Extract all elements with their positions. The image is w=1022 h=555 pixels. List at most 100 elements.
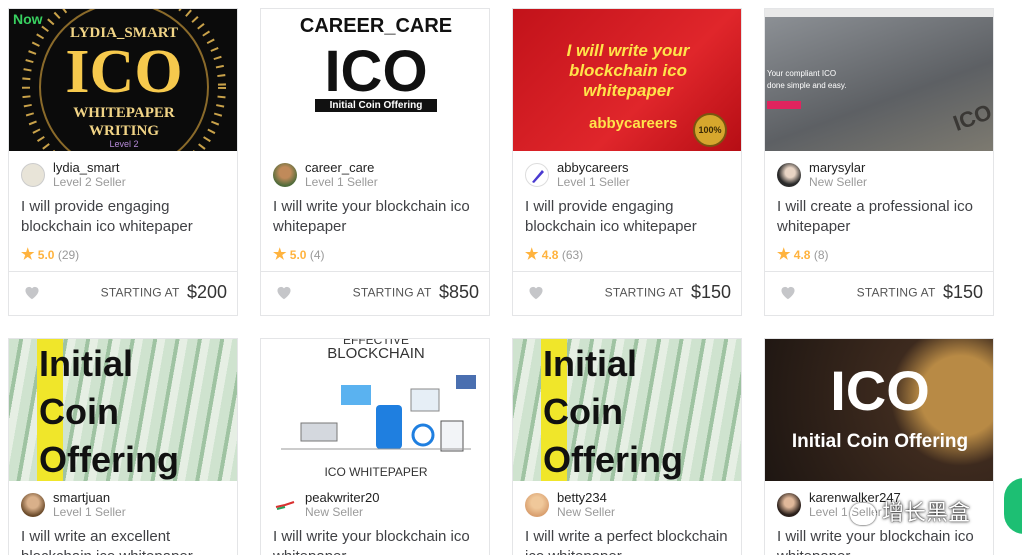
gig-thumbnail[interactable]: ICO Initial Coin Offering xyxy=(765,339,993,481)
thumb-line4: WRITING xyxy=(88,123,159,139)
card-footer: STARTING AT $850 xyxy=(261,271,489,315)
thumb-word: oin xyxy=(569,391,623,432)
thumb-line3: WHITEPAPER xyxy=(73,105,175,121)
thumb-letter: I xyxy=(543,343,554,384)
seller-name[interactable]: abbycareers xyxy=(557,160,629,175)
thumb-line2: ICO xyxy=(65,38,183,106)
price-block[interactable]: STARTING AT $150 xyxy=(605,282,731,303)
thumb-line3: whitepaper xyxy=(583,81,673,100)
chat-button[interactable] xyxy=(1004,478,1022,534)
heart-icon[interactable] xyxy=(23,284,41,305)
seller-avatar[interactable] xyxy=(777,163,801,187)
gig-thumbnail[interactable]: Your compliant ICO done simple and easy.… xyxy=(765,9,993,151)
rating-value: 4.8 xyxy=(541,248,559,262)
gig-title[interactable]: I will write your blockchain ico whitepa… xyxy=(273,527,483,555)
thumb-letter: O xyxy=(39,439,68,480)
gig-card[interactable]: Now LYDIA_SMART ICO WHITEPAPER WRITING L… xyxy=(8,8,238,316)
gig-rating: ★ 5.0 (4) xyxy=(273,245,325,263)
seller-level: New Seller xyxy=(809,175,868,189)
thumb-word: nitial xyxy=(49,343,134,384)
seller-avatar[interactable] xyxy=(21,163,45,187)
seller-level: Level 2 Seller xyxy=(53,175,126,189)
thumb-line4: abbycareers xyxy=(589,115,678,132)
seller-level: Level 1 Seller xyxy=(305,175,378,189)
gig-title[interactable]: I will provide engaging blockchain ico w… xyxy=(21,197,231,237)
price-block[interactable]: STARTING AT $200 xyxy=(101,282,227,303)
thumb-line3: Initial Coin Offering xyxy=(315,99,437,112)
price: $150 xyxy=(942,282,983,302)
price: $150 xyxy=(690,282,731,302)
seller-avatar[interactable] xyxy=(273,163,297,187)
thumb-line1: Your compliant ICO xyxy=(767,69,837,78)
thumb-line2: ICO WHITEPAPER xyxy=(324,465,428,479)
starting-at-label: STARTING AT xyxy=(100,285,180,300)
gig-card[interactable]: CAREER_CARE ICO Initial Coin Offering ca… xyxy=(260,8,490,316)
gig-rating: ★ 5.0 (29) xyxy=(21,245,79,263)
thumb-row2: Coin xyxy=(543,391,623,433)
gig-thumbnail[interactable]: Initial Coin Offering xyxy=(513,339,741,481)
price-block[interactable]: STARTING AT $150 xyxy=(857,282,983,303)
rating-count: (4) xyxy=(309,248,325,262)
seller-name[interactable]: peakwriter20 xyxy=(305,490,379,505)
thumb-word: ffering xyxy=(67,439,180,480)
browser-bar xyxy=(765,9,993,17)
seller-name[interactable]: betty234 xyxy=(557,490,607,505)
card-footer: STARTING AT $150 xyxy=(765,271,993,315)
gig-card[interactable]: Your compliant ICO done simple and easy.… xyxy=(764,8,994,316)
seller-avatar[interactable] xyxy=(21,493,45,517)
gig-card[interactable]: EFFECTIVE BLOCKCHAIN ICO WHITEPAPER peak… xyxy=(260,338,490,555)
seller-avatar[interactable] xyxy=(273,493,297,517)
thumb-line1: CAREER_CARE xyxy=(299,15,453,37)
thumb-letter: O xyxy=(543,439,572,480)
gig-title[interactable]: I will write your blockchain ico whitepa… xyxy=(777,527,987,555)
seller-name[interactable]: career_care xyxy=(305,160,374,175)
card-footer: STARTING AT $200 xyxy=(9,271,237,315)
thumb-line2: done simple and easy. xyxy=(767,81,847,90)
gig-title[interactable]: I will create a professional ico whitepa… xyxy=(777,197,987,237)
star-icon: ★ xyxy=(21,246,35,263)
gig-thumbnail[interactable]: Now LYDIA_SMART ICO WHITEPAPER WRITING L… xyxy=(9,9,237,151)
thumb-row3: Offering xyxy=(39,439,179,481)
seller-name[interactable]: marysylar xyxy=(809,160,865,175)
price: $850 xyxy=(438,282,479,302)
gig-thumbnail[interactable]: Initial Coin Offering xyxy=(9,339,237,481)
gig-card[interactable]: I will write your blockchain ico whitepa… xyxy=(512,8,742,316)
price-block[interactable]: STARTING AT $850 xyxy=(353,282,479,303)
star-icon: ★ xyxy=(525,246,539,263)
gig-title[interactable]: I will provide engaging blockchain ico w… xyxy=(525,197,735,237)
gig-title[interactable]: I will write your blockchain ico whitepa… xyxy=(273,197,483,237)
wechat-icon xyxy=(850,503,876,526)
thumb-letter: C xyxy=(543,391,569,432)
gig-thumbnail[interactable]: EFFECTIVE BLOCKCHAIN ICO WHITEPAPER xyxy=(261,339,489,481)
thumb-line2: ICO xyxy=(324,39,428,104)
seller-level: Level 1 Seller xyxy=(53,505,126,519)
seller-name[interactable]: smartjuan xyxy=(53,490,110,505)
seller-avatar[interactable] xyxy=(777,493,801,517)
rating-value: 5.0 xyxy=(37,248,55,262)
gig-thumbnail[interactable]: I will write your blockchain ico whitepa… xyxy=(513,9,741,151)
seller-level: New Seller xyxy=(305,505,364,519)
gig-title[interactable]: I will write a perfect blockchain ico wh… xyxy=(525,527,735,555)
thumb-sub: Level 2 xyxy=(109,139,139,149)
gig-rating: ★ 4.8 (8) xyxy=(777,245,829,263)
thumb-line1: I will write your xyxy=(566,41,690,60)
seller-name[interactable]: lydia_smart xyxy=(53,160,119,175)
thumb-cta xyxy=(767,101,801,109)
gig-title[interactable]: I will write an excellent blockchain ico… xyxy=(21,527,231,555)
seller-avatar[interactable] xyxy=(525,493,549,517)
rating-count: (29) xyxy=(57,248,80,262)
thumb-line2: Initial Coin Offering xyxy=(791,431,969,452)
heart-icon[interactable] xyxy=(275,284,293,305)
starting-at-label: STARTING AT xyxy=(604,285,684,300)
heart-icon[interactable] xyxy=(779,284,797,305)
thumb-row1: Initial xyxy=(39,343,133,385)
thumb-letter: C xyxy=(39,391,65,432)
gig-card[interactable]: Initial Coin Offering betty234 New Selle… xyxy=(512,338,742,555)
star-icon: ★ xyxy=(273,246,287,263)
seller-avatar[interactable] xyxy=(525,163,549,187)
heart-icon[interactable] xyxy=(527,284,545,305)
watermark-text: 增长黑盒 xyxy=(882,500,971,525)
gig-card[interactable]: Initial Coin Offering smartjuan Level 1 … xyxy=(8,338,238,555)
gig-thumbnail[interactable]: CAREER_CARE ICO Initial Coin Offering xyxy=(261,9,489,151)
card-footer: STARTING AT $150 xyxy=(513,271,741,315)
